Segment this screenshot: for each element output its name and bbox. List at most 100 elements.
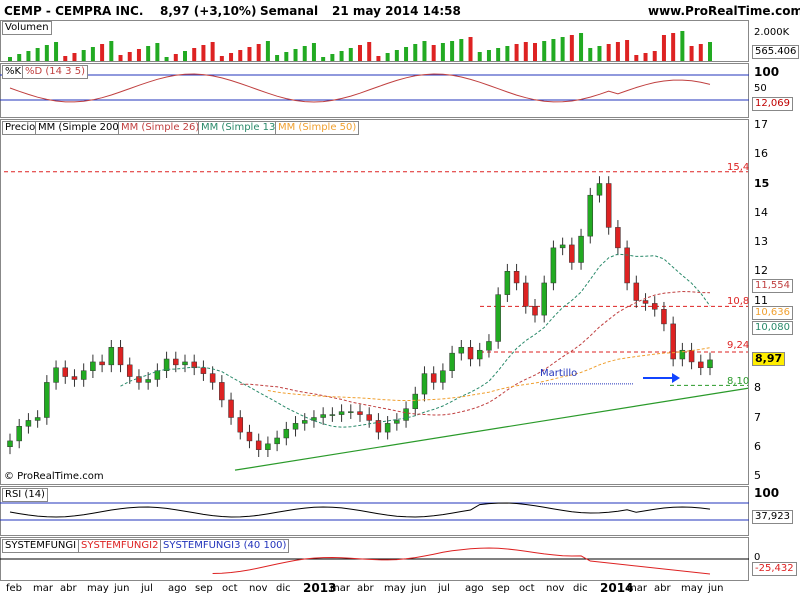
- candle-body: [255, 440, 262, 450]
- candle-body: [504, 271, 511, 295]
- rsi-line: [9, 502, 711, 518]
- volume-bar: [155, 43, 160, 61]
- volume-bar: [486, 50, 491, 61]
- price-tick: 11: [754, 293, 768, 307]
- candle-body: [633, 282, 640, 301]
- volume-bar: [238, 50, 243, 61]
- candle-body: [246, 431, 253, 442]
- ma200-label: MM (Simple 200): [35, 121, 126, 135]
- candle-body: [569, 244, 575, 263]
- stoch-tick-50: 50: [754, 83, 767, 94]
- volume-bar: [625, 40, 630, 61]
- candle-body: [80, 370, 87, 380]
- volume-bar: [321, 57, 326, 61]
- volume-bar: [597, 46, 602, 61]
- x-tick-label: nov: [546, 583, 565, 594]
- candle-body: [44, 382, 50, 418]
- x-tick-label: ago: [465, 583, 484, 594]
- candle-body: [440, 370, 446, 383]
- candle-body: [99, 361, 105, 366]
- x-tick-label: jul: [438, 583, 450, 594]
- volume-bar: [54, 42, 59, 61]
- x-tick-label: oct: [519, 583, 535, 594]
- x-tick-label: may: [681, 583, 703, 594]
- price-tick: 12: [754, 264, 768, 278]
- volume-bar: [394, 50, 399, 61]
- candle-body: [301, 420, 308, 424]
- rsi-label: RSI (14): [2, 488, 48, 502]
- volume-bar: [229, 53, 234, 61]
- volume-bar: [256, 44, 261, 61]
- candle-body: [219, 382, 225, 401]
- volume-bar: [358, 45, 362, 61]
- volume-bar: [173, 54, 178, 61]
- rsi-last-badge: 37,923: [752, 510, 793, 524]
- candle-body: [117, 347, 124, 366]
- candle-body: [615, 227, 621, 249]
- volume-bar: [542, 41, 547, 61]
- stoch-k-line: [9, 73, 711, 103]
- candle-body: [486, 341, 492, 351]
- candle-body: [605, 183, 612, 228]
- volume-bar: [63, 56, 68, 61]
- candle-body: [292, 423, 299, 430]
- stoch-last-badge: 12,069: [752, 97, 793, 111]
- volume-bar: [689, 46, 694, 61]
- volume-bar: [293, 49, 298, 61]
- candle-body: [7, 440, 13, 447]
- candle-body: [126, 364, 133, 377]
- volume-bar: [201, 45, 206, 61]
- ma26-line: [240, 290, 711, 416]
- x-tick-label: sep: [195, 583, 213, 594]
- volume-bar: [671, 33, 676, 61]
- ma13-label: MM (Simple 13): [198, 121, 283, 135]
- volume-bar: [440, 43, 445, 61]
- volume-bar: [109, 41, 114, 61]
- candle-body: [421, 373, 428, 395]
- price-tick: 5: [754, 469, 761, 482]
- volume-bar: [385, 53, 390, 61]
- candle-body: [348, 411, 354, 413]
- candle-body: [320, 414, 326, 418]
- volume-bar: [422, 41, 427, 61]
- volume-bar: [652, 51, 657, 61]
- x-tick-label: may: [384, 583, 406, 594]
- chart-canvas: [0, 31, 749, 575]
- volume-bar: [496, 48, 501, 61]
- candle-body: [357, 411, 363, 415]
- candle-body: [53, 367, 59, 383]
- volume-bar: [514, 44, 519, 61]
- candle-body: [467, 347, 474, 360]
- candle-body: [62, 367, 69, 377]
- volume-bar: [431, 45, 436, 61]
- volume-bar: [404, 47, 409, 61]
- price-tick: 8: [754, 381, 761, 395]
- ma26-label: MM (Simple 26): [118, 121, 203, 135]
- volume-bar: [17, 54, 22, 61]
- x-tick-label: abr: [60, 583, 77, 594]
- level-label-15-4: 15,4: [727, 162, 750, 173]
- candle-body: [559, 244, 566, 249]
- candle-body: [476, 349, 483, 360]
- candle-body: [145, 379, 151, 383]
- volume-tick-max: 2.000K: [754, 27, 790, 38]
- x-tick-label: jun: [708, 583, 724, 594]
- stoch-d-label: %D (14 3 5): [22, 65, 88, 79]
- systemfungi3-label: SYSTEMFUNGI3 (40 100): [160, 539, 290, 553]
- systemfungi-last-badge: -25,432: [752, 562, 797, 576]
- volume-bar: [680, 31, 685, 61]
- price-tick: 14: [754, 205, 768, 219]
- ma50-label: MM (Simple 50): [275, 121, 360, 135]
- volume-bar: [330, 54, 335, 61]
- x-tick-label: mar: [33, 583, 53, 594]
- candle-body: [670, 323, 676, 360]
- level-label-8-10: 8,10: [727, 376, 750, 387]
- volume-bar: [459, 39, 464, 61]
- volume-bar: [136, 49, 141, 61]
- volume-bar: [477, 52, 482, 61]
- volume-bar: [100, 44, 105, 61]
- x-tick-label: sep: [492, 583, 510, 594]
- candle-body: [532, 306, 538, 316]
- level-label-10-8: 10,8: [727, 296, 750, 307]
- volume-bar: [44, 45, 49, 61]
